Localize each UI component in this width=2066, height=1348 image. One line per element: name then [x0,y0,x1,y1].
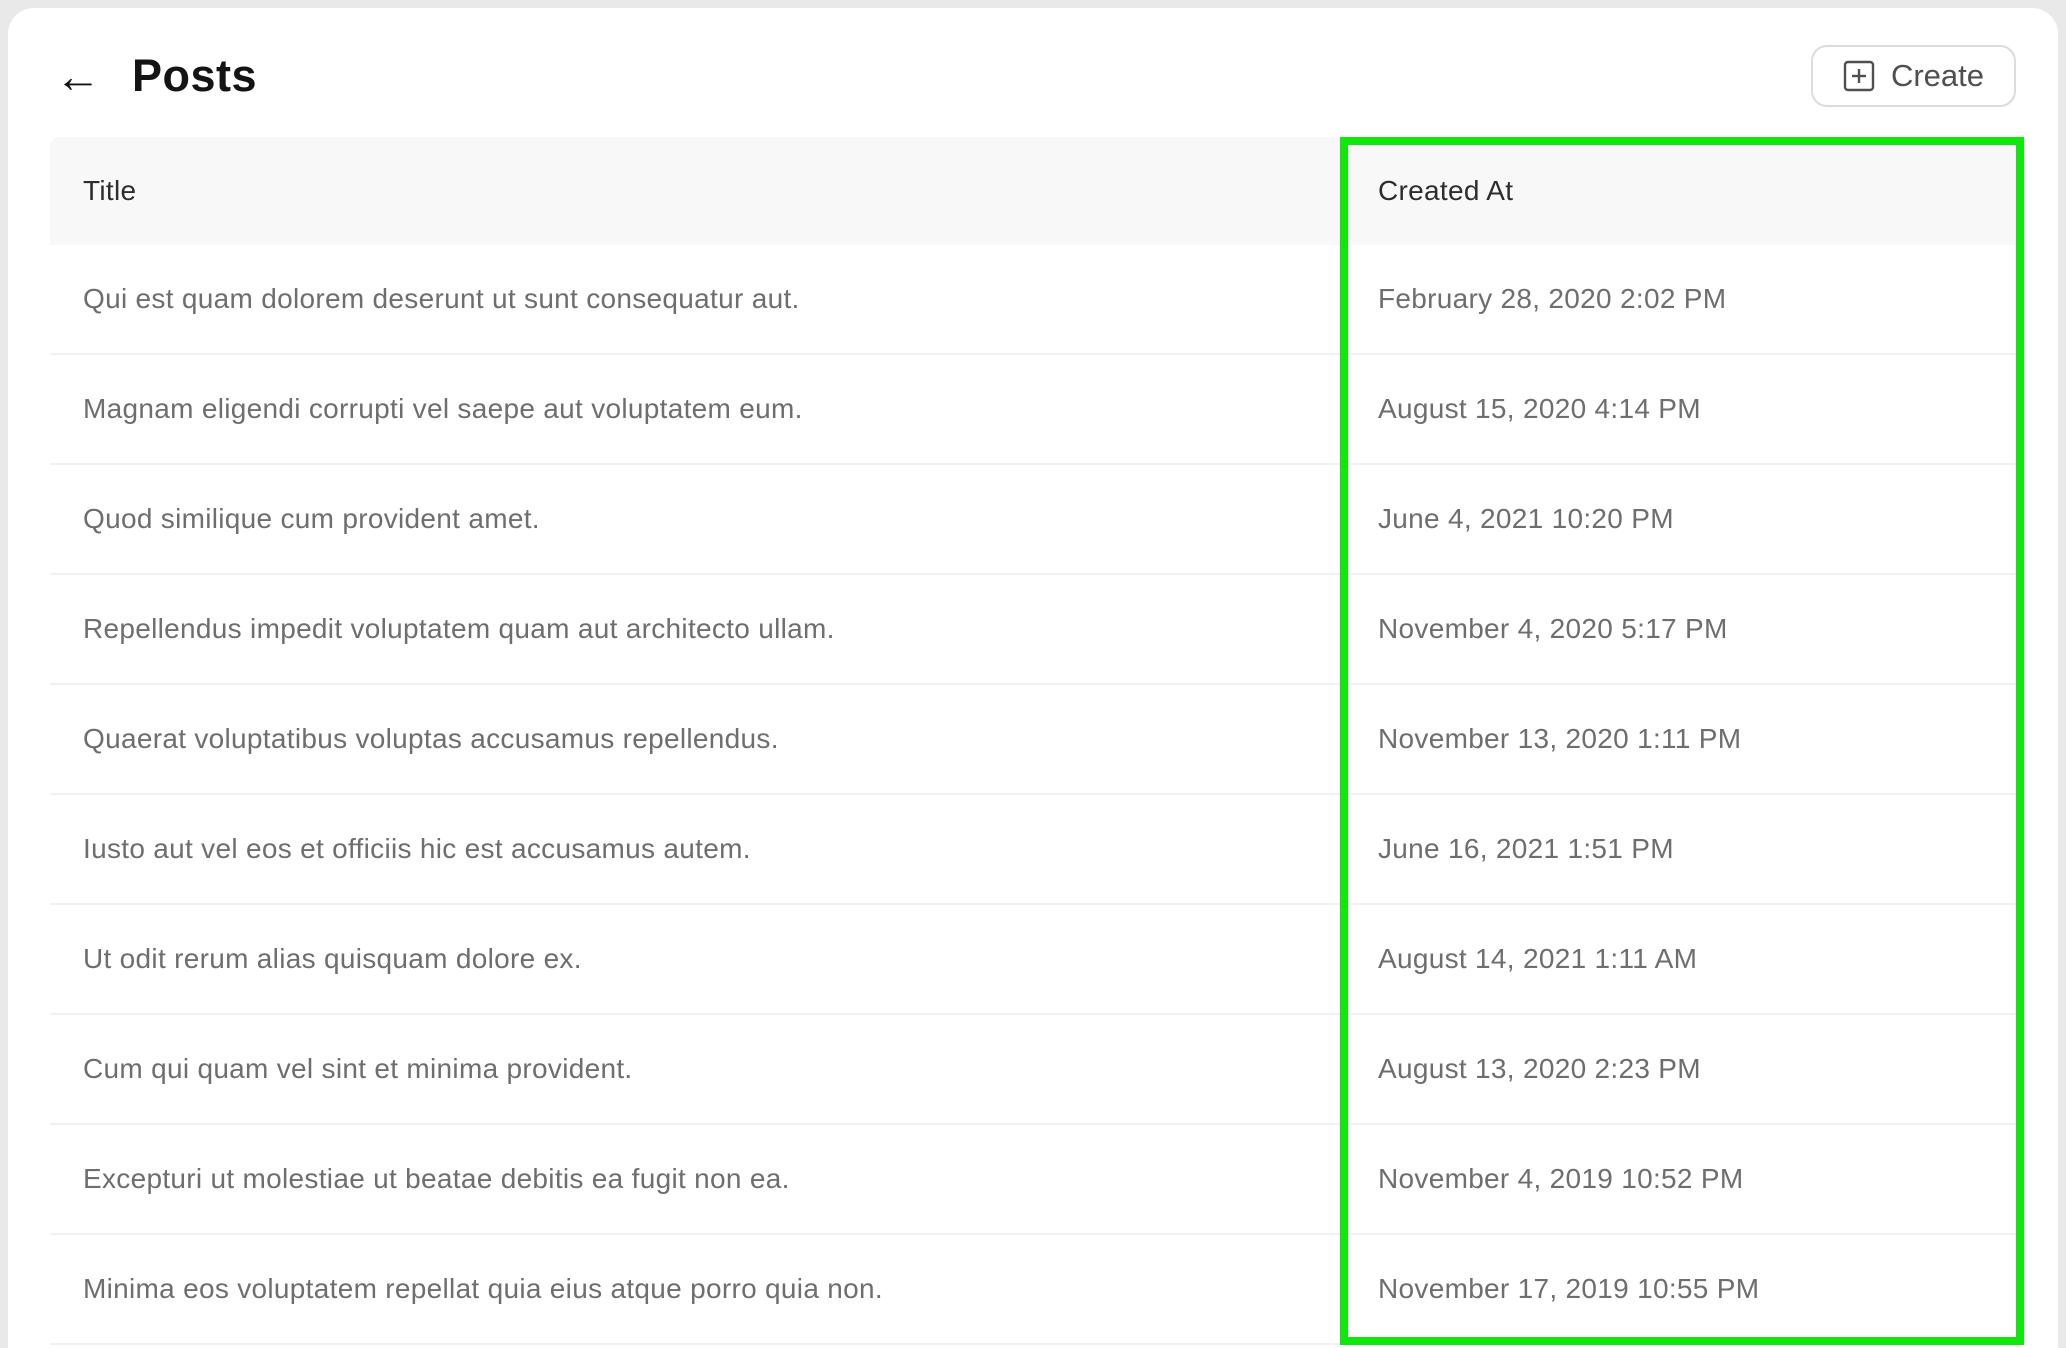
cell-title: Ut odit rerum alias quisquam dolore ex. [50,943,1340,975]
table-row[interactable]: Excepturi ut molestiae ut beatae debitis… [50,1125,2017,1235]
cell-title: Excepturi ut molestiae ut beatae debitis… [50,1163,1340,1195]
table-header-row: Title Created At [50,137,2017,245]
table-row[interactable]: Quaerat voluptatibus voluptas accusamus … [50,685,2017,795]
table-row[interactable]: Cum qui quam vel sint et minima providen… [50,1015,2017,1125]
table-body: Qui est quam dolorem deserunt ut sunt co… [50,245,2017,1345]
page-title: Posts [132,50,257,102]
table-row[interactable]: Quod similique cum provident amet. June … [50,465,2017,575]
table-row[interactable]: Minima eos voluptatem repellat quia eius… [50,1235,2017,1345]
cell-created-at: August 13, 2020 2:23 PM [1340,1053,2017,1085]
cell-created-at: August 14, 2021 1:11 AM [1340,943,2017,975]
cell-title: Cum qui quam vel sint et minima providen… [50,1053,1340,1085]
column-header-created-at: Created At [1340,175,2017,207]
cell-title: Quaerat voluptatibus voluptas accusamus … [50,723,1340,755]
content-card: ← Posts Create Title Created At Qui est … [8,8,2058,1348]
table-row[interactable]: Ut odit rerum alias quisquam dolore ex. … [50,905,2017,1015]
cell-title: Repellendus impedit voluptatem quam aut … [50,613,1340,645]
cell-title: Iusto aut vel eos et officiis hic est ac… [50,833,1340,865]
posts-table: Title Created At Qui est quam dolorem de… [50,137,2017,1345]
cell-created-at: November 17, 2019 10:55 PM [1340,1273,2017,1305]
column-header-title: Title [50,175,1340,207]
cell-title: Minima eos voluptatem repellat quia eius… [50,1273,1340,1305]
cell-title: Qui est quam dolorem deserunt ut sunt co… [50,283,1340,315]
cell-created-at: February 28, 2020 2:02 PM [1340,283,2017,315]
table-row[interactable]: Repellendus impedit voluptatem quam aut … [50,575,2017,685]
plus-square-icon [1843,60,1875,92]
table-row[interactable]: Iusto aut vel eos et officiis hic est ac… [50,795,2017,905]
create-button[interactable]: Create [1811,45,2016,107]
table-row[interactable]: Qui est quam dolorem deserunt ut sunt co… [50,245,2017,355]
cell-title: Quod similique cum provident amet. [50,503,1340,535]
cell-created-at: June 4, 2021 10:20 PM [1340,503,2017,535]
topbar: ← Posts Create [50,36,2016,116]
back-arrow-icon: ← [55,53,101,99]
create-button-label: Create [1891,58,1984,94]
cell-title: Magnam eligendi corrupti vel saepe aut v… [50,393,1340,425]
page-background: { "page": { "title": "Posts" }, "icons":… [0,0,2066,1348]
table-row[interactable]: Magnam eligendi corrupti vel saepe aut v… [50,355,2017,465]
back-button[interactable]: ← [50,48,106,104]
cell-created-at: August 15, 2020 4:14 PM [1340,393,2017,425]
cell-created-at: November 4, 2020 5:17 PM [1340,613,2017,645]
cell-created-at: June 16, 2021 1:51 PM [1340,833,2017,865]
cell-created-at: November 4, 2019 10:52 PM [1340,1163,2017,1195]
cell-created-at: November 13, 2020 1:11 PM [1340,723,2017,755]
